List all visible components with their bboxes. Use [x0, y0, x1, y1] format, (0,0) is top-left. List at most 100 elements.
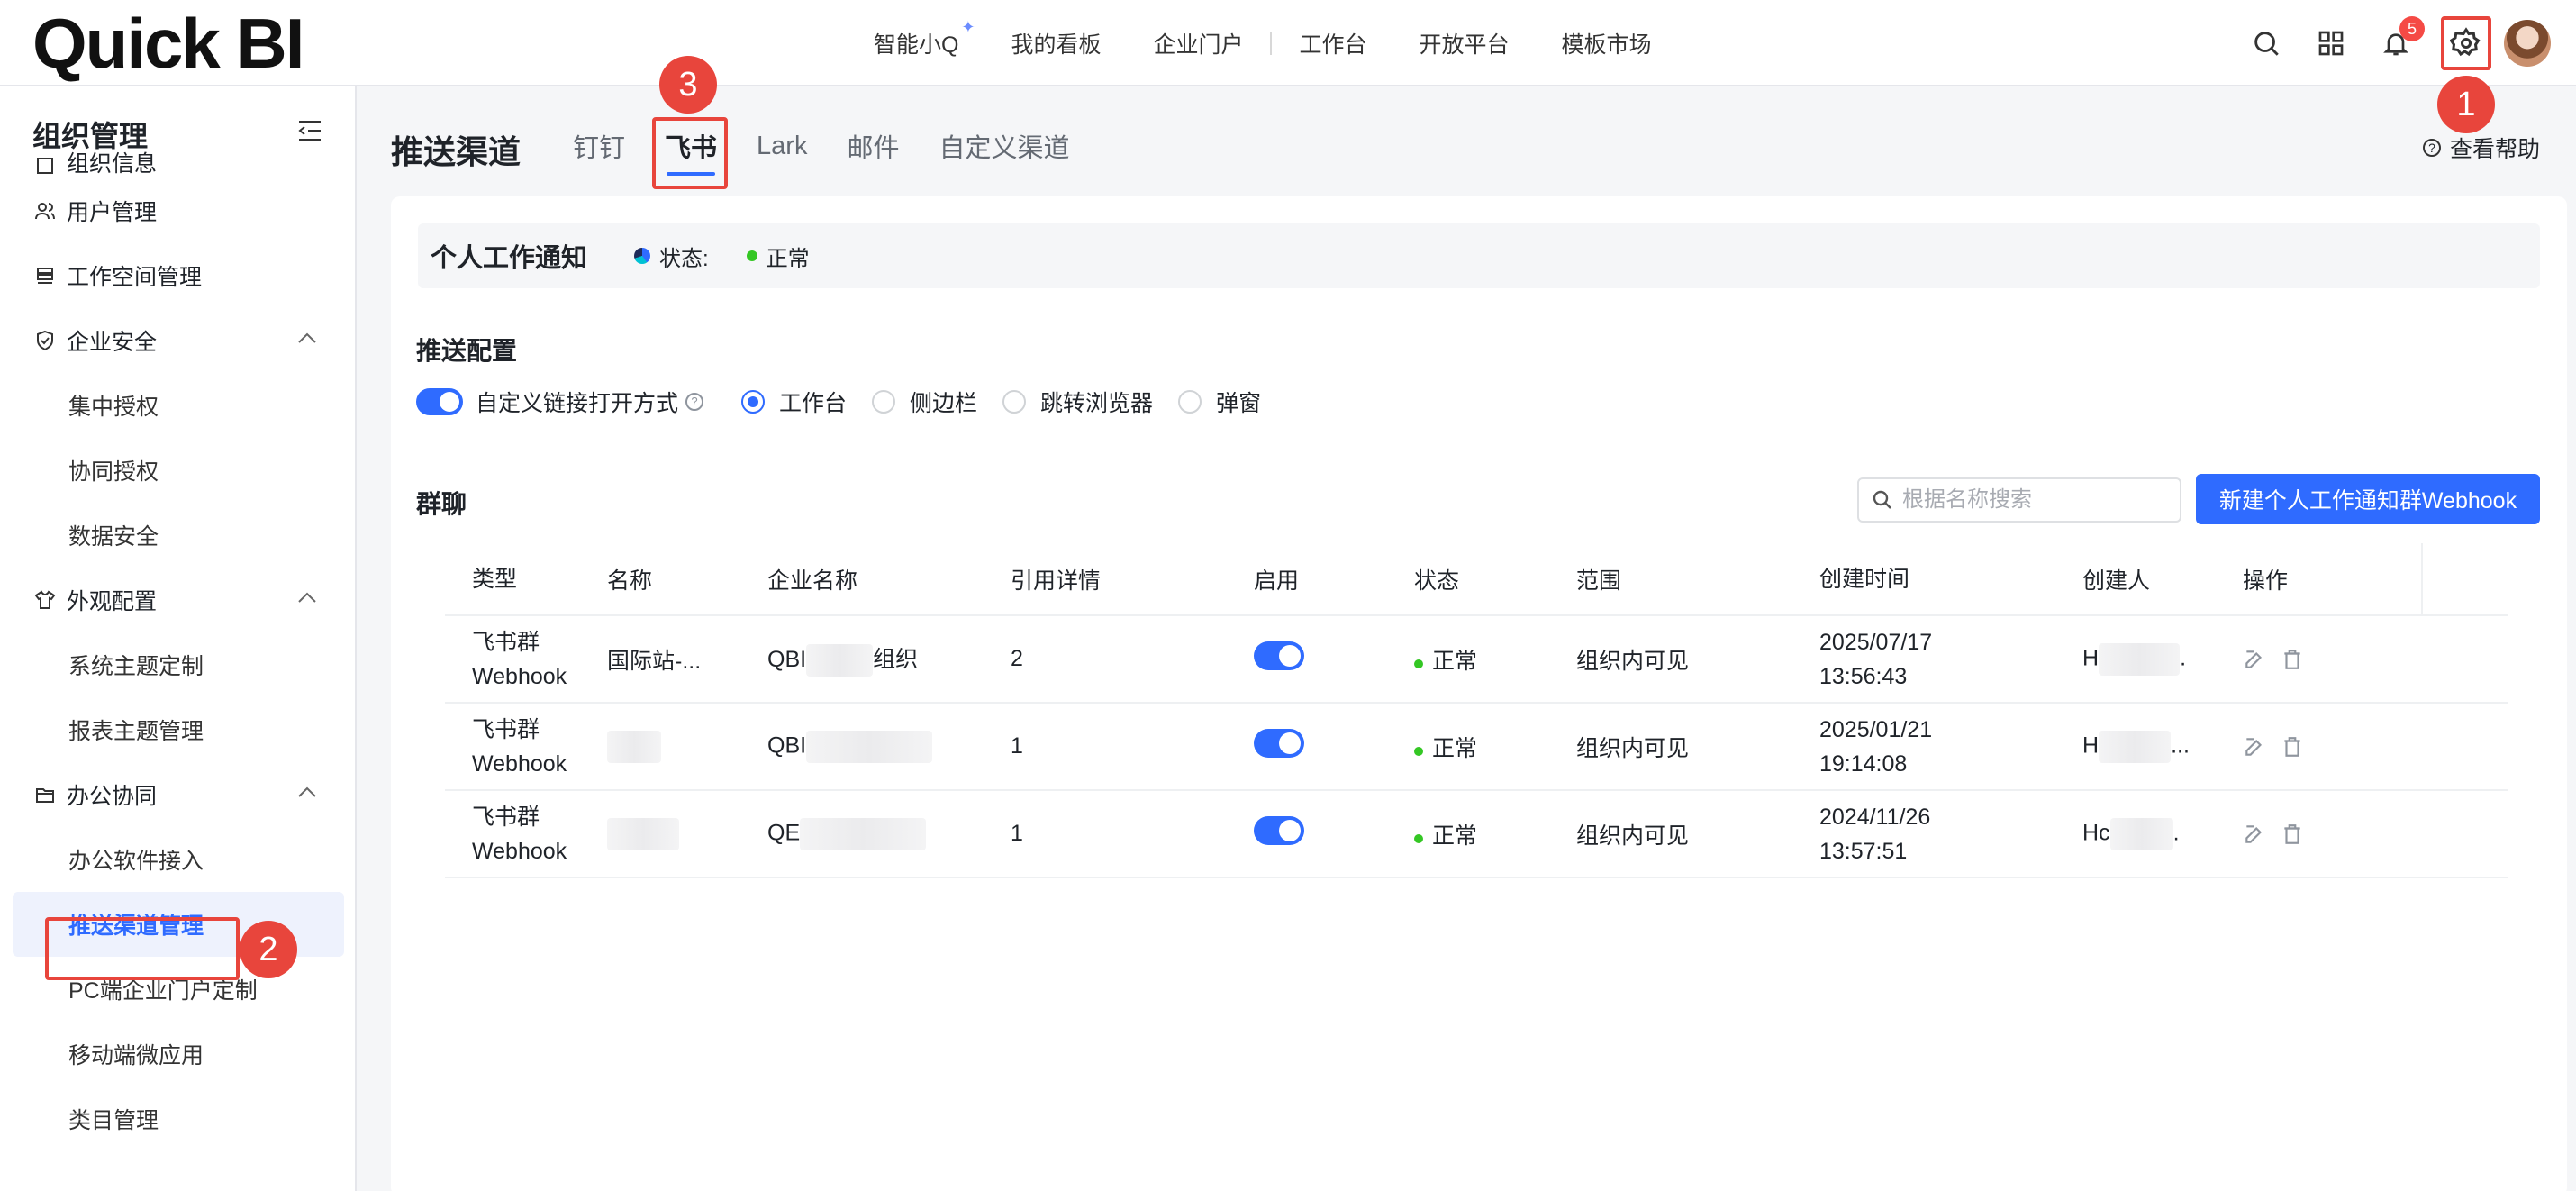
sidebar-item-mobile-app[interactable]: 移动端微应用 [0, 1022, 355, 1086]
sidebar-item-report-theme[interactable]: 报表主题管理 [0, 697, 355, 762]
row-enable-toggle[interactable] [1254, 816, 1304, 845]
sidebar-item-appearance[interactable]: 外观配置 [0, 568, 355, 632]
nav-template-market[interactable]: 模板市场 [1562, 27, 1652, 59]
edit-icon[interactable] [2243, 735, 2266, 759]
sidebar-item-category[interactable]: 类目管理 [0, 1086, 355, 1151]
avatar[interactable] [2504, 20, 2551, 67]
help-icon: ? [2422, 139, 2441, 157]
redacted [806, 730, 933, 763]
radio-workbench[interactable] [741, 390, 766, 414]
redacted [806, 644, 874, 677]
tab-email[interactable]: 邮件 [847, 127, 899, 165]
status-dot [1414, 746, 1423, 756]
sidebar-item-workspace[interactable]: 工作空间管理 [0, 243, 355, 308]
row-enable-toggle[interactable] [1254, 641, 1304, 670]
sidebar-item-org-info[interactable]: 组织信息 [0, 151, 355, 178]
col-refs: 引用详情 [1011, 568, 1102, 594]
delete-icon[interactable] [2281, 648, 2304, 671]
callout-1: 1 [2437, 76, 2495, 133]
row-status: 正常 [1414, 818, 1576, 850]
delete-icon[interactable] [2281, 735, 2304, 759]
help-link[interactable]: ? 查看帮助 [2422, 132, 2540, 164]
row-type: 飞书群 [472, 629, 540, 655]
sidebar-item-collab-auth[interactable]: 协同授权 [0, 438, 355, 503]
search-icon[interactable] [2246, 23, 2286, 63]
row-name: 国际站-... [607, 648, 702, 674]
row-type-sub: Webhook [472, 663, 567, 689]
nav-open-platform[interactable]: 开放平台 [1420, 27, 1510, 59]
chevron-up-icon[interactable] [297, 591, 317, 604]
highlight-box-feishu-tab [652, 117, 728, 189]
sidebar: 组织管理 组织信息 用户管理 工作空间管理 企业安全 集中授权 协同授权 数据安… [0, 86, 357, 1191]
delete-icon[interactable] [2281, 823, 2304, 846]
row-company: QBI 组织 [767, 641, 1011, 677]
edit-icon[interactable] [2243, 823, 2266, 846]
radio-popup[interactable] [1178, 390, 1202, 414]
tab-custom-channel[interactable]: 自定义渠道 [939, 127, 1069, 165]
collapse-sidebar-icon[interactable] [297, 119, 322, 142]
row-refs[interactable]: 1 [1011, 733, 1254, 759]
row-status: 正常 [1414, 643, 1576, 676]
row-company: QBI [767, 730, 1011, 763]
row-refs[interactable]: 1 [1011, 821, 1254, 847]
row-date: 2024/11/26 [1819, 804, 1931, 830]
new-webhook-button[interactable]: 新建个人工作通知群Webhook [2196, 474, 2540, 524]
sidebar-item-central-auth[interactable]: 集中授权 [0, 373, 355, 438]
table-header: 类型 名称 企业名称 引用详情 启用 状态 范围 创建时间 创建人 操作 [445, 543, 2508, 616]
nav-smart-q[interactable]: 智能小Q ✦ [874, 18, 975, 59]
shield-icon [32, 328, 58, 353]
search-box[interactable] [1857, 477, 2181, 523]
apps-grid-icon[interactable] [2311, 23, 2351, 63]
push-config-title: 推送配置 [416, 337, 518, 365]
feishu-icon [634, 248, 651, 264]
tab-lark[interactable]: Lark [757, 132, 807, 161]
col-status: 状态 [1414, 568, 1460, 594]
table-row: 飞书群 Webhook QE 1 正常 组织内可见 2024/11/26 13:57… [445, 791, 2508, 878]
redacted [607, 730, 661, 763]
edit-icon[interactable] [2243, 648, 2266, 671]
sidebar-item-system-theme[interactable]: 系统主题定制 [0, 632, 355, 697]
chevron-up-icon[interactable] [297, 786, 317, 798]
custom-link-toggle[interactable] [416, 388, 463, 415]
redacted [2099, 642, 2181, 676]
row-date: 2025/01/21 [1819, 716, 1933, 742]
top-bar: Quick BI 智能小Q ✦ 我的看板 企业门户 工作台 开放平台 模板市场 5 [0, 0, 2576, 86]
logo[interactable]: Quick BI [32, 5, 304, 81]
search-input[interactable] [1902, 487, 2172, 513]
row-refs[interactable]: 2 [1011, 646, 1254, 672]
col-name: 名称 [607, 568, 653, 594]
users-icon [32, 198, 58, 223]
row-type: 飞书群 [472, 716, 540, 742]
bell-icon[interactable]: 5 [2376, 16, 2425, 63]
radio-sidebar[interactable] [872, 390, 896, 414]
nav-my-dashboard[interactable]: 我的看板 [1011, 27, 1101, 59]
chevron-up-icon[interactable] [297, 332, 317, 344]
question-icon[interactable]: ? [685, 393, 704, 411]
row-enable-toggle[interactable] [1254, 729, 1304, 758]
radio-workbench-label: 工作台 [779, 391, 848, 416]
sidebar-item-data-security[interactable]: 数据安全 [0, 503, 355, 568]
callout-3: 3 [659, 56, 717, 114]
notify-status-label: 状态: [634, 241, 709, 272]
row-type-sub: Webhook [472, 750, 567, 777]
workspace-icon [32, 263, 58, 288]
sidebar-item-users[interactable]: 用户管理 [0, 178, 355, 243]
status-dot [1414, 659, 1423, 668]
content-card: 个人工作通知 状态: 正常 推送配置 自定义链接打开方式 ? 工作台 侧边栏 跳… [391, 196, 2567, 1191]
nav-portal[interactable]: 企业门户 [1153, 27, 1243, 59]
sidebar-item-security[interactable]: 企业安全 [0, 308, 355, 373]
col-company: 企业名称 [767, 568, 858, 594]
settings-gear-icon[interactable] [2441, 16, 2491, 70]
col-created: 创建时间 [1819, 567, 1910, 592]
row-creator: H. [2082, 642, 2243, 676]
sidebar-item-office-software[interactable]: 办公软件接入 [0, 827, 355, 892]
nav-workbench[interactable]: 工作台 [1299, 27, 1366, 59]
row-name [607, 730, 767, 763]
top-nav: 智能小Q ✦ 我的看板 企业门户 工作台 开放平台 模板市场 [874, 0, 1704, 86]
tab-dingtalk[interactable]: 钉钉 [573, 127, 625, 165]
col-type: 类型 [472, 567, 518, 592]
table-row: 飞书群 Webhook 国际站-... QBI 组织 2 正常 组织内可见 2025… [445, 616, 2508, 704]
sidebar-item-office-collab[interactable]: 办公协同 [0, 762, 355, 827]
sparkle-icon: ✦ [961, 18, 975, 36]
radio-browser[interactable] [1002, 390, 1027, 414]
